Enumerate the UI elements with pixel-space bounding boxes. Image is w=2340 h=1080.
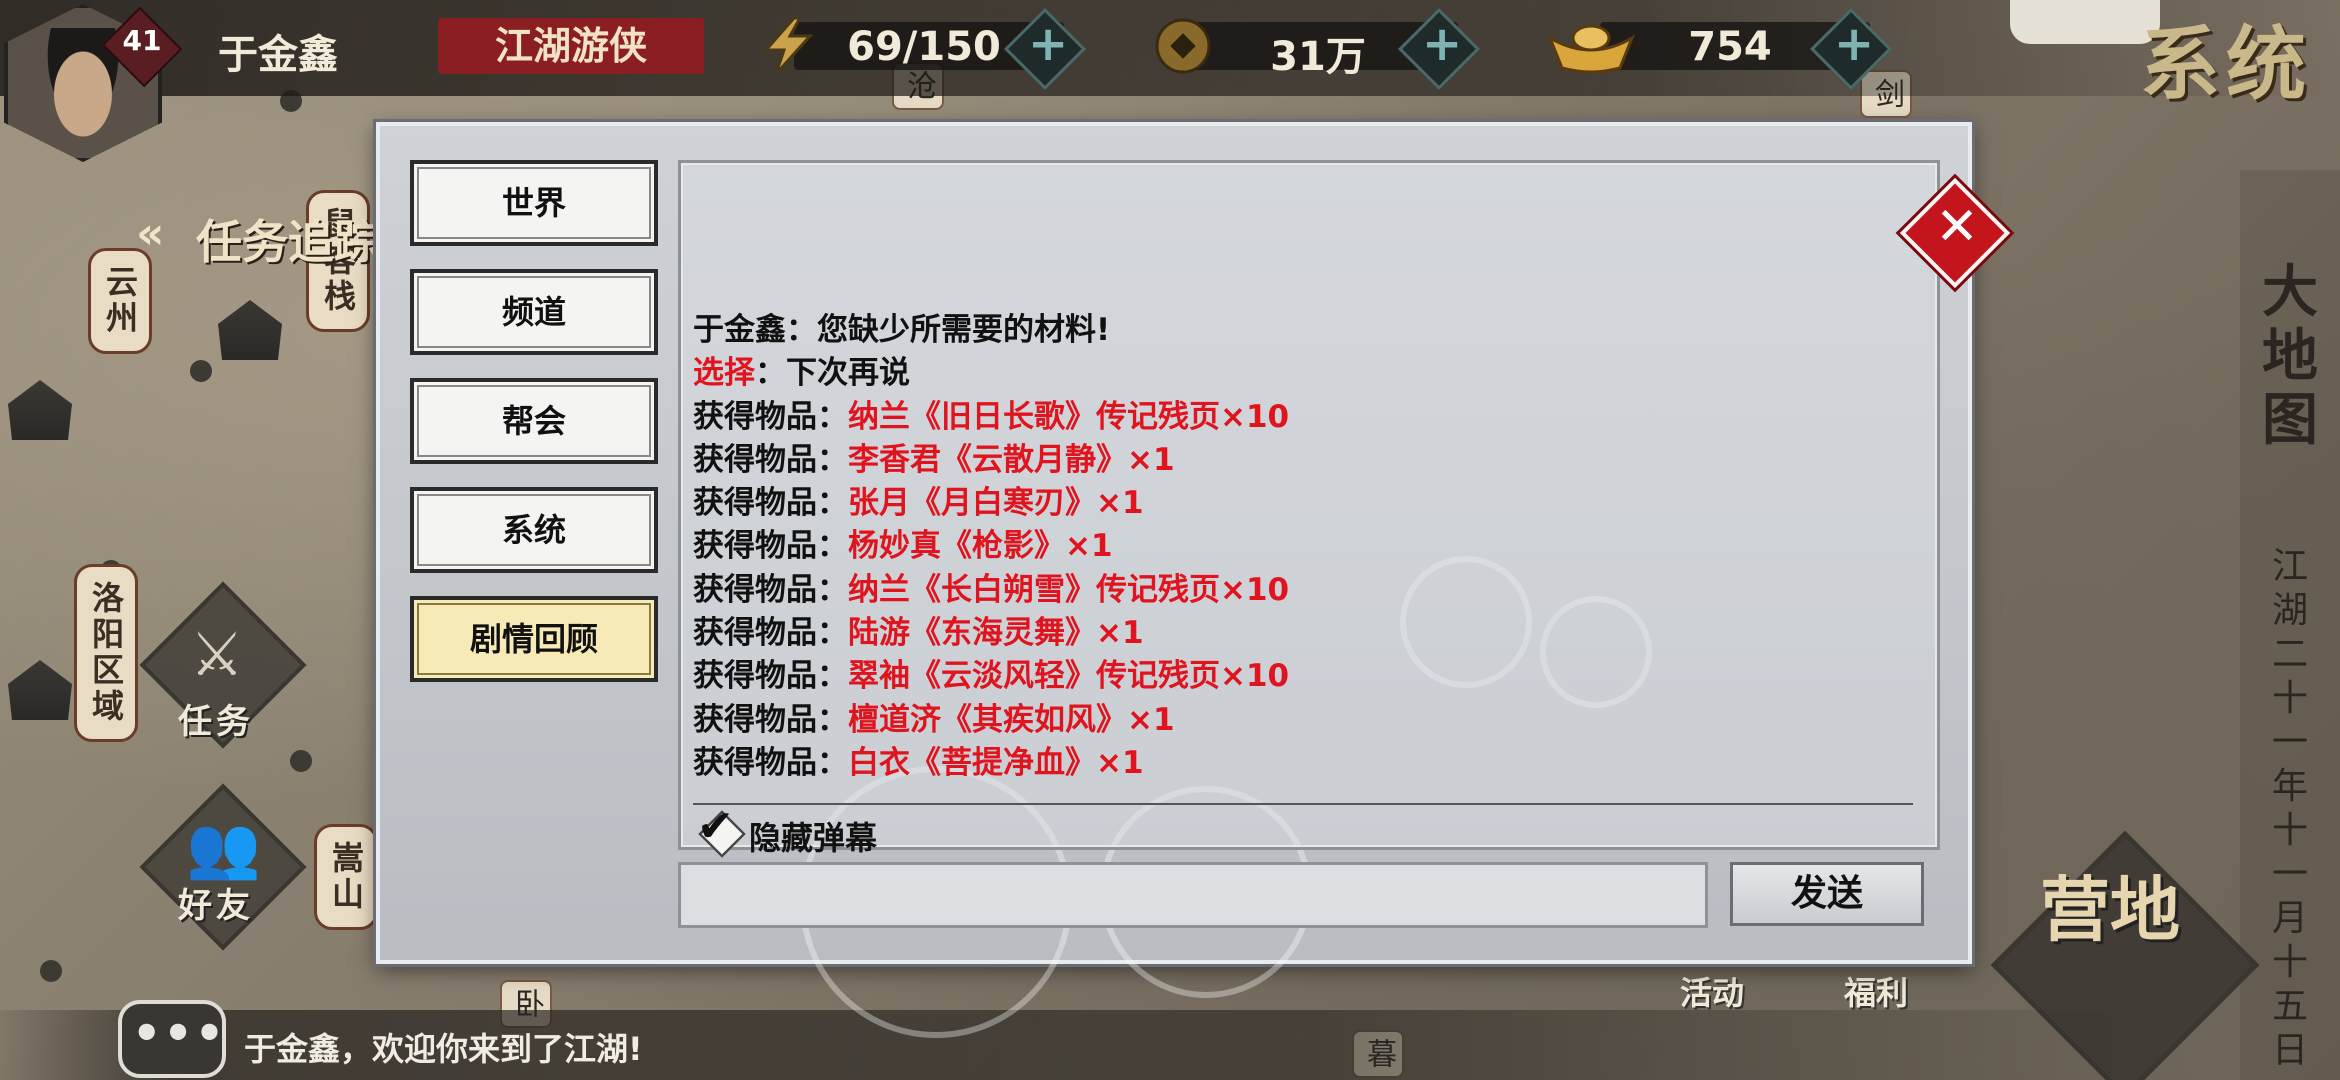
message-prefix: 获得物品：: [693, 701, 848, 738]
player-name: 于金鑫: [218, 32, 338, 78]
divider: [693, 803, 1913, 805]
copper-coin-icon: [1155, 18, 1211, 74]
camp-button-label: 营地: [2040, 870, 2240, 950]
message-item: 纳兰《长白朔雪》传记残页×10: [848, 571, 1290, 608]
level-number: 41: [122, 24, 162, 57]
message-line: 选择：下次再说: [693, 352, 1913, 395]
message-line: 获得物品：白衣《菩提净血》×1: [693, 742, 1913, 785]
message-separator: ：: [755, 355, 786, 392]
chevron-left-icon[interactable]: «: [136, 208, 164, 259]
lightning-icon: [762, 18, 814, 74]
message-prefix: 获得物品：: [693, 744, 848, 781]
message-list: 于金鑫：您缺少所需要的材料! 选择：下次再说 获得物品：纳兰《旧日长歌》传记残页…: [693, 309, 1913, 785]
map-place-songshan[interactable]: 嵩山: [314, 824, 378, 930]
message-content: 您缺少所需要的材料!: [817, 312, 1111, 348]
welfare-button[interactable]: 福利: [1844, 968, 1908, 1014]
tab-channel[interactable]: 频道: [410, 269, 658, 355]
message-prefix: 获得物品：: [693, 658, 848, 695]
map-place-luoyang[interactable]: 洛阳区域: [74, 564, 138, 742]
send-button[interactable]: 发送: [1730, 862, 1924, 926]
quest-track-label[interactable]: 任务追踪: [196, 206, 380, 272]
message-item: 李香君《云散月静》×1: [848, 441, 1175, 478]
message-line: 于金鑫：您缺少所需要的材料!: [693, 309, 1913, 352]
tab-story-review[interactable]: 剧情回顾: [410, 596, 658, 682]
building-icon: [8, 380, 72, 440]
message-line: 获得物品：杨妙真《枪影》×1: [693, 525, 1913, 568]
ingot-resource: 754 +: [1546, 7, 1900, 91]
building-icon: [218, 300, 282, 360]
message-choice-label: 选择: [693, 355, 755, 392]
player-title-badge[interactable]: 江湖游侠: [438, 18, 704, 74]
tab-world[interactable]: 世界: [410, 160, 658, 246]
tree-icon: [190, 360, 212, 382]
map-place-yunzhou[interactable]: 云州: [88, 248, 152, 354]
ingot-value: 754: [1688, 24, 1772, 70]
message-line: 获得物品：张月《月白寒刃》×1: [693, 482, 1913, 525]
tab-guild[interactable]: 帮会: [410, 378, 658, 464]
stamina-resource: 69/150 +: [754, 7, 1094, 91]
message-line: 获得物品：檀道济《其疾如风》×1: [693, 699, 1913, 742]
message-item: 翠袖《云淡风轻》传记残页×10: [848, 658, 1290, 695]
checkmark-icon[interactable]: ✔: [697, 801, 734, 852]
message-item: 白衣《菩提净血》×1: [848, 744, 1144, 781]
message-prefix: 获得物品：: [693, 398, 848, 435]
message-prefix: 获得物品：: [693, 485, 848, 522]
game-date: 江湖二十一年十一月十五日: [2271, 546, 2308, 1071]
chat-dots-icon[interactable]: •••: [132, 1006, 224, 1060]
chat-dialog: 世界 频道 帮会 系统 剧情回顾 于金鑫：您缺少所需要的材料! 选择：下次再说 …: [376, 122, 2011, 1038]
message-line: 获得物品：纳兰《长白朔雪》传记残页×10: [693, 569, 1913, 612]
message-content: 下次再说: [786, 355, 910, 392]
message-area[interactable]: 于金鑫：您缺少所需要的材料! 选择：下次再说 获得物品：纳兰《旧日长歌》传记残页…: [678, 160, 1940, 858]
message-line: 获得物品：李香君《云散月静》×1: [693, 439, 1913, 482]
activity-button[interactable]: 活动: [1680, 968, 1744, 1014]
big-map-button[interactable]: 大地图: [2260, 260, 2320, 452]
tab-system[interactable]: 系统: [410, 487, 658, 573]
message-item: 纳兰《旧日长歌》传记残页×10: [848, 398, 1290, 435]
tree-icon: [40, 960, 62, 982]
people-icon: 👥: [186, 813, 261, 883]
message-line: 获得物品：翠袖《云淡风轻》传记残页×10: [693, 655, 1913, 698]
message-prefix: 获得物品：: [693, 441, 848, 478]
friends-button-label: 好友: [178, 886, 254, 926]
plus-icon[interactable]: +: [1028, 16, 1068, 72]
building-icon: [8, 660, 72, 720]
gold-ingot-icon: [1546, 24, 1636, 74]
message-item: 杨妙真《枪影》×1: [848, 528, 1113, 565]
message-line: 获得物品：陆游《东海灵舞》×1: [693, 612, 1913, 655]
stamina-value: 69/150: [847, 24, 1001, 70]
close-icon[interactable]: ✕: [1922, 192, 1992, 262]
message-prefix: 获得物品：: [693, 571, 848, 608]
tree-icon: [290, 750, 312, 772]
scroll-icon: ⚔: [190, 620, 244, 690]
coin-resource: 31万 +: [1148, 7, 1488, 91]
coin-value: 31万: [1270, 34, 1366, 80]
message-line: 获得物品：纳兰《旧日长歌》传记残页×10: [693, 396, 1913, 439]
system-tab[interactable]: [2010, 0, 2160, 44]
message-item: 张月《月白寒刃》×1: [848, 485, 1144, 522]
message-prefix: 获得物品：: [693, 528, 848, 565]
quest-button-label: 任务: [178, 702, 254, 742]
plus-icon[interactable]: +: [1834, 16, 1874, 72]
message-item: 檀道济《其疾如风》×1: [848, 701, 1175, 738]
hide-barrage-label[interactable]: 隐藏弹幕: [749, 813, 877, 859]
chat-input[interactable]: [678, 862, 1708, 928]
plus-icon[interactable]: +: [1422, 16, 1462, 72]
message-prefix: 获得物品：: [693, 615, 848, 652]
camp-button-text: 营地: [2040, 868, 2180, 951]
message-sender: 于金鑫：: [693, 312, 817, 348]
chat-message: 于金鑫，欢迎你来到了江湖!: [244, 1030, 643, 1068]
message-item: 陆游《东海灵舞》×1: [848, 615, 1144, 652]
system-button[interactable]: 系统: [2140, 0, 2340, 111]
